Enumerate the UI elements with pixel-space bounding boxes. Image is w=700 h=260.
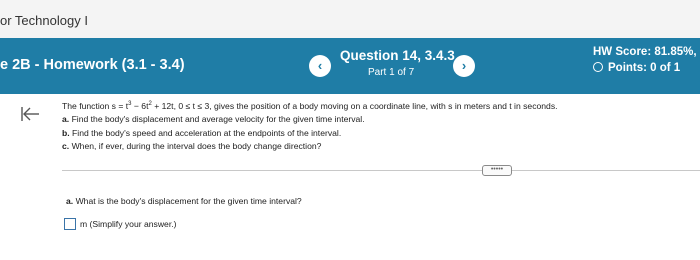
next-question-button[interactable]: ›	[453, 55, 475, 77]
collapse-arrow-icon[interactable]	[20, 106, 40, 122]
problem-item-c: c. When, if ever, during the interval do…	[62, 141, 322, 152]
chevron-left-icon: ‹	[317, 58, 323, 73]
question-content: The function s = t3 − 6t2 + 12t, 0 ≤ t ≤…	[0, 94, 700, 260]
section-divider	[62, 170, 700, 171]
points-status: Points: 0 of 1	[593, 62, 680, 74]
answer-unit-note: m (Simplify your answer.)	[80, 219, 177, 229]
chevron-right-icon: ›	[461, 58, 467, 73]
points-text: Points: 0 of 1	[608, 62, 681, 74]
problem-intro: The function s = t3 − 6t2 + 12t, 0 ≤ t ≤…	[62, 100, 558, 111]
part-a-question: a. What is the body's displacement for t…	[66, 196, 302, 206]
displacement-answer-input[interactable]	[64, 218, 76, 230]
problem-statement: The function s = t3 − 6t2 + 12t, 0 ≤ t ≤…	[62, 98, 558, 154]
question-title: Question 14, 3.4.3	[340, 48, 455, 63]
problem-item-b: b. Find the body's speed and acceleratio…	[62, 127, 342, 138]
hw-score: HW Score: 81.85%, 1	[593, 46, 700, 58]
problem-item-a: a. Find the body's displacement and aver…	[62, 114, 365, 125]
circle-icon	[593, 62, 603, 72]
course-title: or Technology I	[0, 13, 88, 28]
part-label: Part 1 of 7	[368, 67, 415, 78]
previous-question-button[interactable]: ‹	[309, 55, 331, 77]
homework-header: e 2B - Homework (3.1 - 3.4) ‹ Question 1…	[0, 38, 700, 94]
homework-name: e 2B - Homework (3.1 - 3.4)	[0, 57, 185, 73]
top-bar: or Technology I	[0, 0, 700, 38]
expand-more-button[interactable]: •••••	[482, 165, 512, 176]
